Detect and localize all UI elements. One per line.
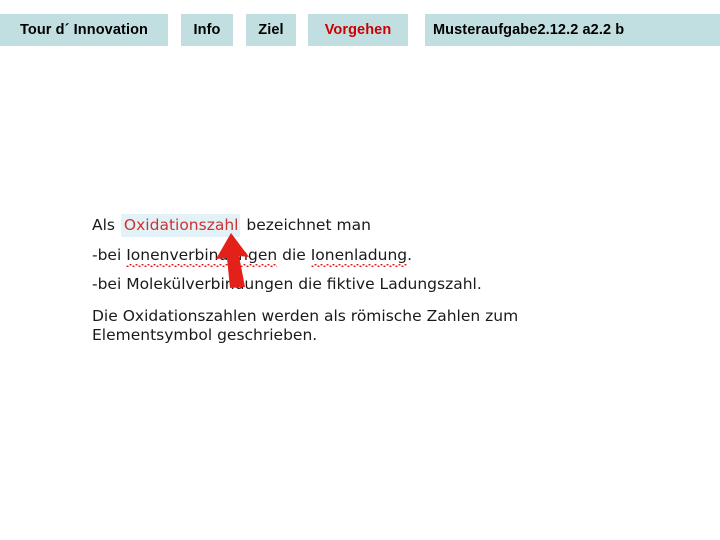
nav-item-musteraufgabe-2-1[interactable]: 2.1: [537, 23, 557, 38]
bullet-middle: die: [277, 245, 311, 264]
nav-item-vorgehen[interactable]: Vorgehen: [308, 14, 408, 46]
navigation-bar: Tour d´ Innovation Info Ziel Vorgehen Mu…: [0, 14, 720, 46]
nav-item-musteraufgabe[interactable]: Musteraufgabe: [433, 23, 537, 38]
nav-item-tour-d-innovation[interactable]: Tour d´ Innovation: [0, 14, 168, 46]
misspelled-word-ionenladung: Ionenladung: [310, 245, 408, 267]
closing-paragraph: Die Oxidationszahlen werden als römische…: [92, 306, 519, 344]
nav-item-info[interactable]: Info: [181, 14, 233, 46]
bullet-suffix: .: [407, 245, 413, 264]
nav-item-label: Info: [193, 21, 221, 38]
definition-suffix: bezeichnet man: [241, 216, 371, 234]
nav-item-ziel[interactable]: Ziel: [246, 14, 296, 46]
bullet-line-molekuelverbindungen: -bei Molekülverbindungen die fiktive Lad…: [92, 275, 482, 293]
nav-item-label: Ziel: [258, 21, 284, 38]
definition-line: Als Oxidationszahl bezeichnet man: [92, 214, 652, 237]
highlighted-term-oxidationszahl: Oxidationszahl: [120, 214, 241, 237]
bullet-prefix: -bei: [92, 245, 127, 264]
nav-item-label-active: Vorgehen: [324, 21, 392, 38]
nav-item-musteraufgabe-2-2-a[interactable]: 2.2 a: [558, 23, 591, 38]
definition-prefix: Als: [92, 216, 120, 234]
nav-group-musteraufgabe: Musteraufgabe 2.1 2.2 a 2.2 b: [425, 14, 720, 46]
nav-item-label: Tour d´ Innovation: [20, 21, 148, 38]
nav-item-musteraufgabe-2-2-b[interactable]: 2.2 b: [591, 23, 625, 38]
bullet-line-ionenverbindungen: -bei Ionenverbindungen die Ionenladung.: [92, 245, 652, 267]
misspelled-word-ionenverbindungen: Ionenverbindungen: [126, 245, 278, 267]
slide-content: Als Oxidationszahl bezeichnet man -bei I…: [92, 214, 652, 345]
